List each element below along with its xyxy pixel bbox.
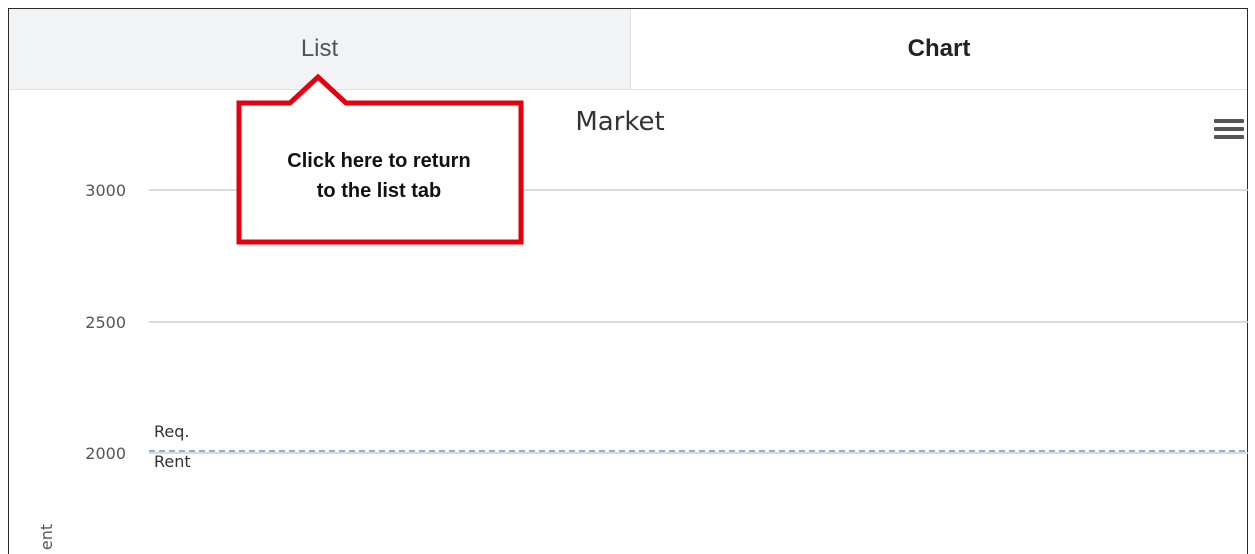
ytick-label: 2000 <box>85 444 126 463</box>
callout-line-1: Click here to return <box>287 150 471 172</box>
ytick-label: 2500 <box>85 313 126 332</box>
callout-line-2: to the list tab <box>316 180 442 202</box>
callout-text: Click here to return to the list tab <box>248 146 510 206</box>
market-chart: 3000 2500 2000 Req. Rent ent <box>37 73 1248 550</box>
y-axis-label: ent <box>37 524 56 550</box>
required-rent-label-line2: Rent <box>154 452 191 471</box>
required-rent-label-line1: Req. <box>154 422 189 441</box>
ytick-label: 3000 <box>85 181 126 200</box>
